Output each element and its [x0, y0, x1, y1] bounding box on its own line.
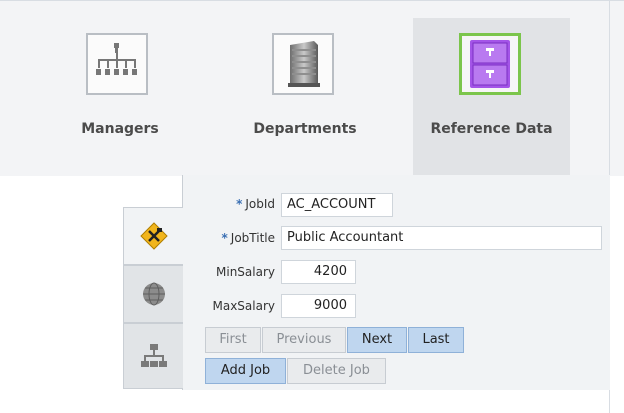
job-title-label: * JobTitle [221, 231, 276, 245]
org-chart-icon [86, 33, 148, 95]
max-salary-label: MaxSalary [212, 299, 275, 313]
nav-label-managers: Managers [81, 121, 159, 137]
min-salary-label: MinSalary [216, 265, 275, 279]
nav-label-reference-data: Reference Data [430, 121, 553, 137]
nav-label-departments: Departments [253, 121, 357, 137]
side-tab-strip [123, 207, 183, 389]
required-marker: * [236, 197, 243, 211]
side-tab-globe[interactable] [123, 265, 183, 323]
nav-item-reference-data[interactable]: Reference Data [413, 18, 570, 175]
building-icon [272, 33, 334, 95]
delete-job-button[interactable]: Delete Job [287, 358, 386, 384]
globe-icon [140, 280, 168, 308]
network-icon [140, 342, 168, 370]
side-tab-tools[interactable] [123, 207, 183, 265]
nav-item-departments[interactable]: Departments [240, 18, 370, 175]
required-marker: * [221, 231, 228, 245]
add-job-button[interactable]: Add Job [205, 358, 286, 384]
last-button[interactable]: Last [408, 327, 464, 353]
filing-cabinet-icon [459, 33, 521, 95]
nav-item-managers[interactable]: Managers [55, 18, 185, 175]
side-tab-network[interactable] [123, 323, 183, 389]
tools-icon [140, 222, 168, 250]
job-id-label: * JobId [236, 197, 275, 211]
next-button[interactable]: Next [347, 327, 407, 353]
max-salary-input[interactable]: 9000 [281, 294, 356, 318]
min-salary-input[interactable]: 4200 [281, 260, 356, 284]
job-id-input[interactable]: AC_ACCOUNT [281, 193, 393, 217]
previous-button[interactable]: Previous [262, 327, 346, 353]
job-title-input[interactable]: Public Accountant [281, 226, 602, 250]
first-button[interactable]: First [205, 327, 261, 353]
